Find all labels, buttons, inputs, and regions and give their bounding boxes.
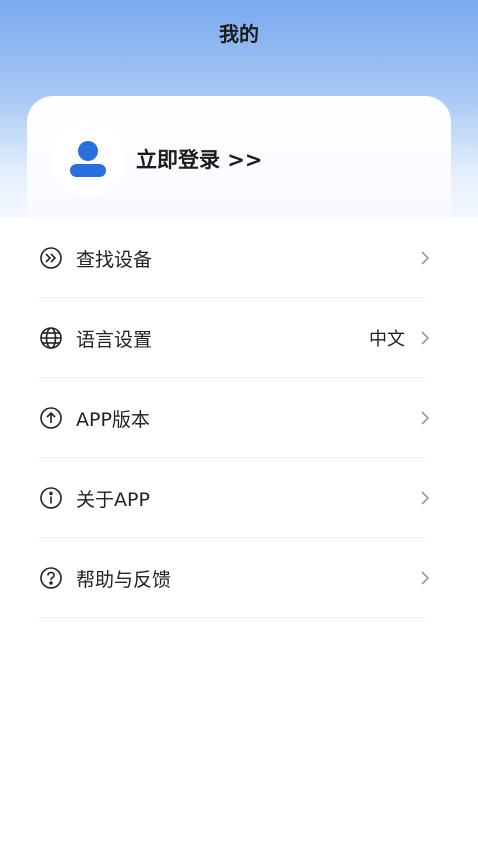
menu-item-app-version[interactable]: APP版本 [39, 378, 439, 458]
menu-label: 关于APP [76, 488, 150, 511]
menu-list: 查找设备 语言设置 中文 APP版本 关于APP 帮助与反馈 [0, 218, 478, 850]
menu-label: 语言设置 [76, 328, 153, 351]
chevron-right-icon [421, 331, 430, 345]
profile-card: 立即登录 >> [27, 96, 451, 236]
globe-icon [39, 326, 63, 350]
menu-item-help-feedback[interactable]: 帮助与反馈 [39, 538, 439, 618]
avatar[interactable] [51, 122, 125, 196]
chevron-right-icon [421, 491, 430, 505]
page-title: 我的 [219, 22, 259, 46]
menu-item-about[interactable]: 关于APP [39, 458, 439, 538]
chevron-right-icon [421, 571, 430, 585]
info-circle-icon [39, 486, 63, 510]
divider [39, 617, 425, 618]
arrow-up-circle-icon [39, 406, 63, 430]
chevron-right-icon [421, 411, 430, 425]
help-circle-icon [39, 566, 63, 590]
login-link[interactable]: 立即登录 >> [136, 144, 263, 174]
chevron-right-icon [421, 251, 430, 265]
menu-label: 帮助与反馈 [76, 568, 172, 591]
menu-label: APP版本 [76, 408, 150, 431]
menu-label: 查找设备 [76, 248, 153, 271]
menu-item-find-device[interactable]: 查找设备 [39, 218, 439, 298]
user-icon [70, 141, 106, 177]
language-value: 中文 [369, 329, 405, 350]
menu-item-language[interactable]: 语言设置 中文 [39, 298, 439, 378]
find-device-icon [39, 246, 63, 270]
